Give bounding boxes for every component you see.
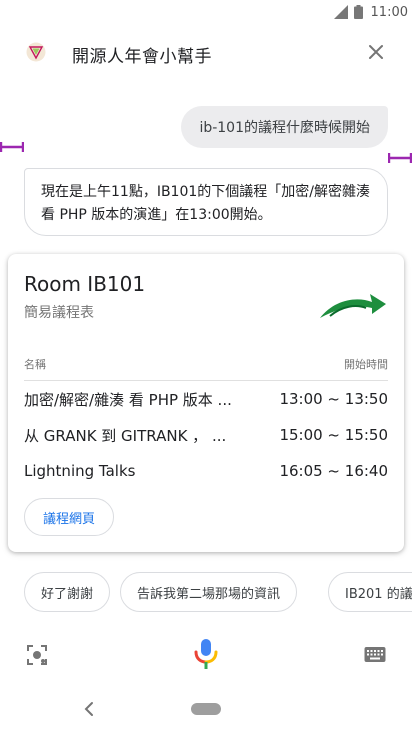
- close-button[interactable]: [364, 40, 388, 64]
- column-start-time: 開始時間: [344, 358, 388, 371]
- card-subtitle: 簡易議程表: [24, 305, 94, 321]
- schedule-page-link[interactable]: 議程網頁: [24, 498, 115, 536]
- input-bar: [0, 636, 412, 676]
- session-time: 15:00 ~ 15:50: [279, 426, 388, 444]
- session-name: 加密/解密/雜湊 看 PHP 版本 ...: [24, 390, 232, 409]
- home-pill[interactable]: [191, 703, 221, 715]
- session-time: 16:05 ~ 16:40: [279, 462, 388, 480]
- clock: 11:00: [370, 4, 408, 20]
- suggestion-chip[interactable]: 告訴我第二場那場的資訊: [120, 572, 298, 612]
- session-name: Lightning Talks: [24, 462, 136, 480]
- signal-icon: [333, 5, 348, 19]
- column-name: 名稱: [24, 358, 46, 371]
- left-range-marker-icon: [0, 142, 24, 152]
- suggestion-chip[interactable]: IB201 的議程: [328, 572, 412, 612]
- battery-icon: [353, 5, 363, 19]
- session-name: 从 GRANK 到 GITRANK ， ...: [24, 426, 227, 445]
- back-chevron-icon[interactable]: [82, 700, 96, 718]
- schedule-card: Room IB101 簡易議程表 名稱 開始時間 加密/解密/雜湊 看 PHP …: [8, 254, 404, 552]
- table-row: Lightning Talks 16:05 ~ 16:40: [24, 456, 388, 486]
- card-title: Room IB101: [24, 272, 146, 296]
- status-bar: 11:00: [0, 0, 412, 24]
- system-nav-bar: [0, 688, 412, 732]
- lens-icon[interactable]: [26, 644, 48, 666]
- assistant-reply-bubble: 現在是上午11點，IB101的下個議程「加密/解密雜湊看 PHP 版本的演進」在…: [24, 168, 388, 236]
- app-logo-icon: [26, 42, 46, 62]
- microphone-icon[interactable]: [193, 638, 219, 670]
- table-row: 从 GRANK 到 GITRANK ， ... 15:00 ~ 15:50: [24, 420, 388, 450]
- session-time: 13:00 ~ 13:50: [279, 390, 388, 408]
- suggestion-chips: 好了謝謝 告訴我第二場那場的資訊 IB201 的議程: [0, 572, 412, 612]
- green-arrow-icon: [320, 294, 386, 318]
- right-range-marker-icon: [388, 153, 412, 163]
- close-icon: [369, 45, 383, 59]
- suggestion-chip[interactable]: 好了謝謝: [24, 572, 111, 612]
- app-header: 開源人年會小幫手: [0, 30, 412, 76]
- keyboard-icon[interactable]: [364, 646, 386, 664]
- table-header: 名稱 開始時間: [24, 356, 388, 381]
- app-title: 開源人年會小幫手: [72, 47, 212, 67]
- user-query-bubble: ib-101的議程什麼時候開始: [181, 106, 388, 148]
- table-row: 加密/解密/雜湊 看 PHP 版本 ... 13:00 ~ 13:50: [24, 384, 388, 414]
